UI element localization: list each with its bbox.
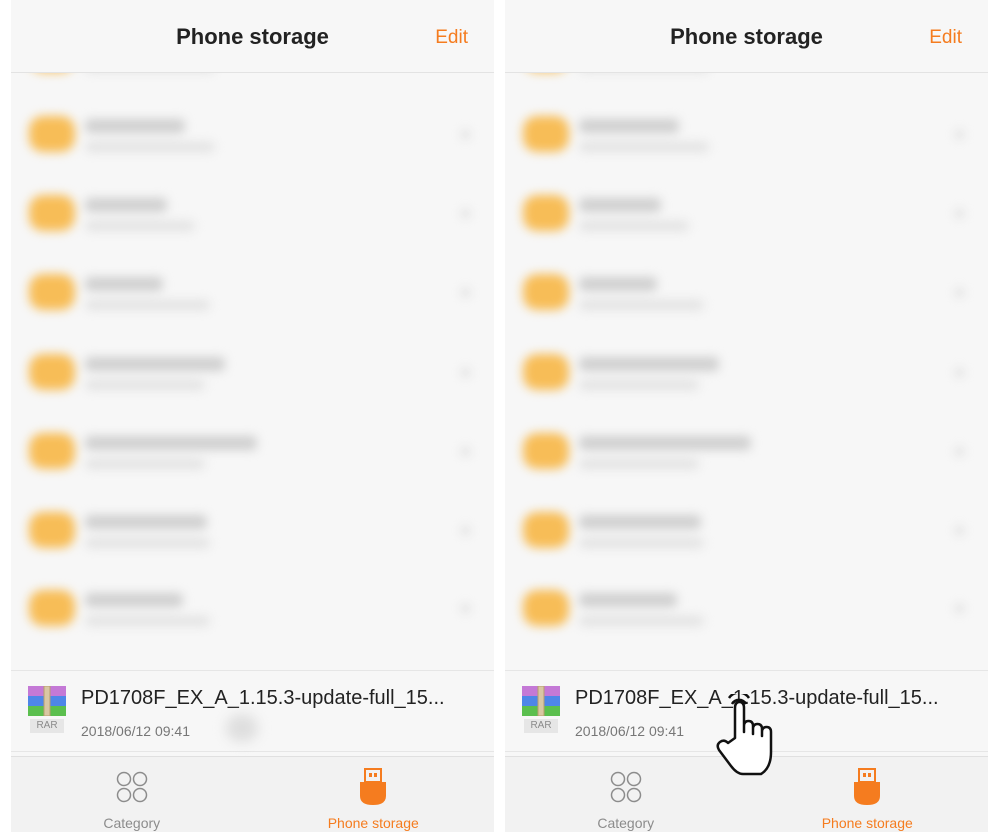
page-title: Phone storage: [670, 24, 823, 49]
folder-row[interactable]: [11, 171, 494, 251]
blurred-folder-list: [505, 36, 988, 670]
tap-hand-icon: [716, 694, 773, 776]
usb-storage-icon: [360, 768, 387, 805]
folder-icon: [523, 354, 569, 390]
category-icon: [610, 771, 641, 803]
folder-icon: [523, 433, 569, 469]
folder-row[interactable]: [505, 566, 988, 646]
folder-icon: [29, 116, 75, 152]
folder-icon: [29, 354, 75, 390]
folder-icon: [29, 274, 75, 310]
folder-row[interactable]: [11, 330, 494, 410]
folder-icon: [29, 433, 75, 469]
folder-icon: [523, 195, 569, 231]
top-bar: Phone storage Edit: [505, 0, 988, 73]
folder-row[interactable]: [11, 250, 494, 330]
folder-icon: [523, 590, 569, 626]
bottom-tab-bar: Category Phone storage: [11, 756, 494, 832]
phone-storage-screen-before: Phone storage Edit RAR PD1708F_EX_A_1.15…: [11, 0, 494, 832]
file-date: 2018/06/12 09:41: [81, 723, 190, 739]
folder-icon: [523, 116, 569, 152]
tab-label: Category: [103, 815, 161, 831]
top-bar: Phone storage Edit: [11, 0, 494, 73]
tab-category[interactable]: Category: [505, 757, 747, 832]
folder-icon: [523, 274, 569, 310]
folder-icon: [29, 590, 75, 626]
folder-row[interactable]: [505, 171, 988, 251]
folder-row[interactable]: [11, 488, 494, 568]
folder-row[interactable]: [11, 566, 494, 646]
file-type-label: RAR: [30, 719, 64, 733]
folder-row[interactable]: [505, 409, 988, 489]
tab-phone-storage[interactable]: Phone storage: [253, 757, 495, 832]
tab-label: Phone storage: [327, 815, 419, 831]
folder-row[interactable]: [505, 330, 988, 410]
folder-icon: [29, 195, 75, 231]
folder-row[interactable]: [505, 488, 988, 568]
blurred-folder-list: [11, 36, 494, 670]
edit-button[interactable]: Edit: [929, 27, 962, 49]
page-title: Phone storage: [176, 24, 329, 49]
folder-icon: [29, 512, 75, 548]
folder-row[interactable]: [11, 409, 494, 489]
category-icon: [116, 771, 147, 803]
file-date: 2018/06/12 09:41: [575, 723, 684, 739]
folder-row[interactable]: [11, 92, 494, 172]
usb-storage-icon: [854, 768, 881, 805]
tab-label: Category: [597, 815, 655, 831]
file-type-label: RAR: [524, 719, 558, 733]
blur-smudge: [226, 714, 258, 742]
edit-button[interactable]: Edit: [435, 27, 468, 49]
folder-row[interactable]: [505, 92, 988, 172]
tab-label: Phone storage: [821, 815, 913, 831]
file-name: PD1708F_EX_A_1.15.3-update-full_15...: [81, 687, 445, 709]
tab-category[interactable]: Category: [11, 757, 253, 832]
rar-archive-icon: RAR: [28, 686, 66, 734]
folder-row[interactable]: [505, 250, 988, 330]
rar-archive-icon: RAR: [522, 686, 560, 734]
folder-icon: [523, 512, 569, 548]
file-row[interactable]: RAR PD1708F_EX_A_1.15.3-update-full_15..…: [11, 670, 494, 752]
